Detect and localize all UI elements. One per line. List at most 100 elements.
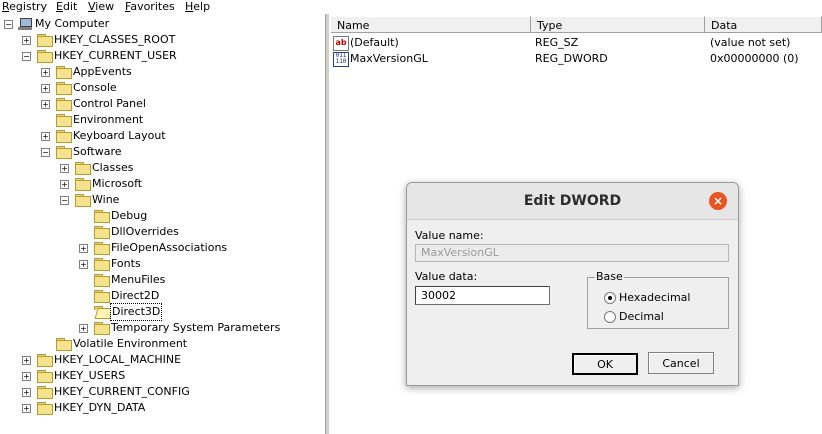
menu-view-label: iew — [95, 0, 115, 13]
menu-favorites-label: avorites — [130, 0, 175, 13]
tree-node-label: Direct3D — [109, 303, 163, 321]
tree-node[interactable]: Direct3D — [0, 303, 320, 321]
value-data-input[interactable]: 30002 — [415, 286, 550, 305]
folder-icon — [37, 354, 53, 367]
folder-icon — [94, 242, 110, 255]
expand-icon[interactable]: + — [79, 260, 88, 269]
expand-icon[interactable]: + — [60, 180, 69, 189]
value-type-cell: REG_SZ — [535, 36, 579, 49]
folder-icon — [56, 130, 72, 143]
close-button[interactable]: × — [709, 192, 727, 210]
tree-root[interactable]: − My Computer — [0, 16, 320, 32]
column-type[interactable]: Type — [531, 16, 705, 33]
tree-root-label: My Computer — [35, 17, 110, 30]
tree-node[interactable]: − Software — [0, 144, 320, 160]
tree-node[interactable]: Debug — [0, 208, 320, 224]
collapse-icon[interactable]: − — [4, 20, 13, 29]
base-label: Base — [595, 270, 624, 283]
tree-node[interactable]: + Control Panel — [0, 96, 320, 112]
dialog-title[interactable]: Edit DWORD — [407, 183, 738, 220]
binary-value-icon: 011 110 — [333, 52, 349, 67]
decimal-radio[interactable] — [604, 311, 616, 323]
tree-node[interactable]: + HKEY_USERS — [0, 368, 320, 384]
tree-node-label: HKEY_USERS — [54, 369, 126, 382]
expand-icon[interactable]: + — [22, 356, 31, 365]
computer-icon — [18, 18, 32, 30]
list-row[interactable]: ab (Default) REG_SZ (value not set) — [329, 35, 822, 51]
tree-node[interactable]: + AppEvents — [0, 64, 320, 80]
expand-icon[interactable]: + — [22, 372, 31, 381]
hexadecimal-radio[interactable] — [604, 292, 616, 304]
tree-node[interactable]: + HKEY_CURRENT_CONFIG — [0, 384, 320, 400]
expand-icon[interactable]: + — [41, 68, 50, 77]
registry-tree[interactable]: − My Computer + HKEY_CLASSES_ROOT − HKEY_CU… — [0, 14, 326, 434]
tree-node[interactable]: Direct2D — [0, 288, 320, 304]
folder-icon — [56, 338, 72, 351]
tree-node-label: Environment — [73, 113, 144, 126]
menu-registry-label: egistry — [9, 0, 48, 13]
folder-icon — [37, 386, 53, 399]
value-type-cell: REG_DWORD — [535, 52, 608, 65]
tree-node-label: HKEY_CLASSES_ROOT — [54, 33, 176, 46]
list-row[interactable]: 011 110 MaxVersionGL REG_DWORD 0x0000000… — [329, 51, 822, 67]
tree-node[interactable]: + Keyboard Layout — [0, 128, 320, 144]
expand-icon[interactable]: + — [41, 84, 50, 93]
expand-icon[interactable]: + — [79, 244, 88, 253]
value-name-cell: MaxVersionGL — [350, 52, 428, 65]
tree-node[interactable]: + HKEY_CLASSES_ROOT — [0, 32, 320, 48]
folder-icon — [75, 162, 91, 175]
base-group: Base Hexadecimal Decimal — [587, 270, 729, 329]
tree-node[interactable]: Environment — [0, 112, 320, 128]
expand-icon[interactable]: + — [60, 164, 69, 173]
tree-node[interactable]: + FileOpenAssociations — [0, 240, 320, 256]
folder-icon — [56, 66, 72, 79]
tree-node[interactable]: − HKEY_CURRENT_USER — [0, 48, 320, 64]
column-name[interactable]: Name — [331, 16, 531, 33]
tree-node[interactable]: + Console — [0, 80, 320, 96]
value-data-label: Value data: — [415, 270, 478, 283]
ok-button[interactable]: OK — [572, 353, 638, 375]
menu-registry[interactable]: Registry — [2, 0, 47, 14]
menu-edit[interactable]: Edit — [56, 0, 77, 14]
expand-icon[interactable]: + — [79, 324, 88, 333]
folder-icon — [56, 82, 72, 95]
expand-icon[interactable]: + — [22, 36, 31, 45]
cancel-button[interactable]: Cancel — [648, 352, 714, 374]
tree-node[interactable]: + HKEY_LOCAL_MACHINE — [0, 352, 320, 368]
expand-icon[interactable]: + — [41, 100, 50, 109]
tree-node-label: Volatile Environment — [73, 337, 188, 350]
menu-view[interactable]: View — [88, 0, 114, 14]
value-data-cell: (value not set) — [710, 36, 791, 49]
string-value-icon: ab — [333, 36, 349, 51]
folder-icon — [94, 226, 110, 239]
collapse-icon[interactable]: − — [22, 52, 31, 61]
hexadecimal-label[interactable]: Hexadecimal — [619, 291, 690, 304]
collapse-icon[interactable]: − — [60, 196, 69, 205]
column-data[interactable]: Data — [705, 16, 822, 33]
tree-node-label: DllOverrides — [111, 225, 179, 238]
expand-icon[interactable]: + — [22, 388, 31, 397]
collapse-icon[interactable]: − — [41, 148, 50, 157]
tree-node[interactable]: − Wine — [0, 192, 320, 208]
tree-node-label: HKEY_CURRENT_USER — [54, 49, 177, 62]
tree-node[interactable]: Volatile Environment — [0, 336, 320, 352]
decimal-label[interactable]: Decimal — [619, 310, 664, 323]
tree-node[interactable]: MenuFiles — [0, 272, 320, 288]
tree-node[interactable]: + Classes — [0, 160, 320, 176]
tree-node-label: Debug — [111, 209, 148, 222]
tree-node[interactable]: + Temporary System Parameters — [0, 320, 320, 336]
menu-help[interactable]: Help — [185, 0, 210, 14]
tree-node-label: Microsoft — [92, 177, 143, 190]
folder-icon — [37, 402, 53, 415]
edit-dword-dialog: Edit DWORD × Value name: MaxVersionGL Va… — [406, 182, 739, 386]
menu-edit-label: dit — [62, 0, 78, 13]
expand-icon[interactable]: + — [22, 404, 31, 413]
tree-node[interactable]: DllOverrides — [0, 224, 320, 240]
tree-node[interactable]: + HKEY_DYN_DATA — [0, 400, 320, 416]
expand-icon[interactable]: + — [41, 132, 50, 141]
menu-edit-accel: E — [56, 0, 63, 13]
tree-node[interactable]: + Microsoft — [0, 176, 320, 192]
tree-node-label: HKEY_LOCAL_MACHINE — [54, 353, 182, 366]
menu-favorites[interactable]: Favorites — [125, 0, 175, 14]
tree-node[interactable]: + Fonts — [0, 256, 320, 272]
